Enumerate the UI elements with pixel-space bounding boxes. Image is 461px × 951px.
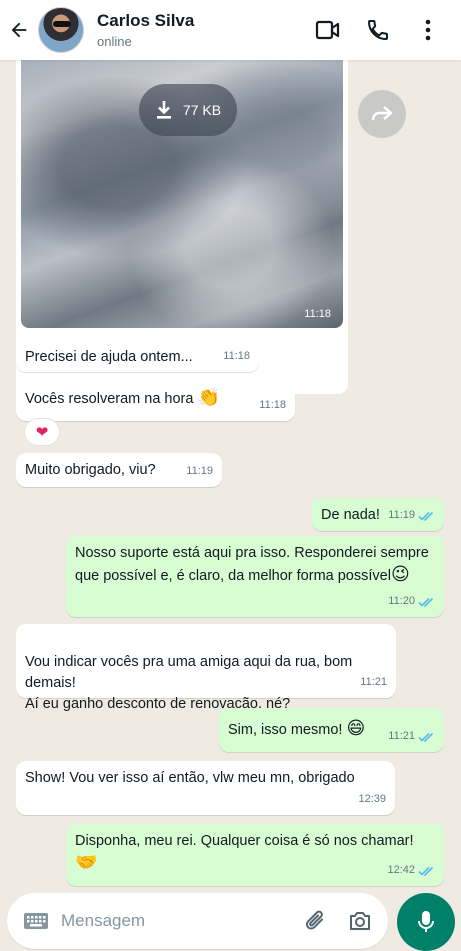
back-button[interactable]	[0, 0, 38, 60]
message-time: 12:42	[387, 864, 415, 876]
header-actions	[303, 5, 453, 55]
more-options-button[interactable]	[403, 5, 453, 55]
message-bubble[interactable]: Nosso suporte está aqui pra isso. Respon…	[66, 536, 444, 617]
message-time: 11:20	[388, 595, 415, 607]
read-ticks-icon	[418, 732, 434, 742]
message-time: 11:18	[304, 308, 331, 320]
microphone-icon	[418, 911, 434, 932]
avatar[interactable]	[38, 7, 84, 53]
message-time: 12:39	[358, 793, 386, 805]
voice-message-button[interactable]	[397, 893, 455, 951]
phone-call-button[interactable]	[353, 5, 403, 55]
message-composer	[7, 893, 388, 949]
chat-header: Carlos Silva online	[0, 0, 461, 60]
message-bubble[interactable]: Disponha, meu rei. Qualquer coisa é só n…	[66, 824, 444, 886]
contact-status: online	[97, 34, 132, 49]
download-button[interactable]: 77 KB	[139, 84, 237, 136]
forward-icon	[371, 106, 393, 121]
message-text: Nosso suporte está aqui pra isso. Respon…	[75, 545, 429, 584]
message-text: Vou indicar vocês pra uma amiga aqui da …	[25, 654, 353, 712]
message-time: 11:18	[259, 399, 286, 411]
heart-reaction[interactable]: ❤	[24, 418, 60, 446]
contact-info[interactable]: Carlos Silva online	[97, 11, 303, 49]
message-time: 11:19	[388, 509, 415, 521]
video-call-icon	[315, 20, 340, 40]
video-call-button[interactable]	[303, 5, 353, 55]
message-bubble[interactable]: Vou indicar vocês pra uma amiga aqui da …	[16, 624, 396, 712]
winking-face-emoji: 😉	[390, 564, 410, 585]
message-bubble[interactable]: Show! Vou ver isso aí então, vlw meu mn,…	[16, 761, 395, 815]
message-input[interactable]	[61, 911, 294, 931]
message-bubble[interactable]: Vocês resolveram na hora 👏 11:18	[16, 377, 295, 421]
message-text: Disponha, meu rei. Qualquer coisa é só n…	[75, 833, 414, 849]
message-meta: 12:42	[387, 860, 435, 881]
read-ticks-icon	[418, 511, 434, 521]
paperclip-icon	[305, 910, 323, 930]
more-vert-icon	[425, 19, 431, 41]
message-meta: 11:21	[388, 726, 435, 747]
message-bubble[interactable]: Precisei de ajuda ontem... 11:18	[16, 340, 259, 372]
keyboard-button[interactable]	[11, 913, 61, 929]
message-text: Vocês resolveram na hora	[25, 391, 194, 407]
message-text: De nada!	[321, 507, 380, 523]
back-arrow-icon	[11, 22, 27, 38]
message-meta: 11:19	[388, 505, 435, 526]
camera-button[interactable]	[338, 899, 382, 943]
message-time: 11:21	[388, 730, 415, 742]
blurred-image-preview[interactable]: 77 KB 11:18	[21, 60, 343, 328]
message-text: Show! Vou ver isso aí então, vlw meu mn,…	[25, 770, 355, 786]
message-text: Muito obrigado, viu?	[25, 462, 156, 478]
camera-icon	[350, 912, 370, 930]
clapping-hands-emoji: 👏	[197, 387, 220, 408]
download-size: 77 KB	[182, 102, 222, 118]
contact-name: Carlos Silva	[97, 11, 195, 30]
phone-icon	[367, 20, 388, 41]
read-ticks-icon	[418, 597, 434, 607]
handshake-emoji: 🤝	[75, 852, 98, 873]
message-time: 11:19	[186, 465, 213, 477]
message-meta: 11:20	[388, 591, 435, 612]
message-time: 11:21	[360, 676, 387, 688]
forward-button[interactable]	[358, 90, 406, 138]
grinning-face-emoji: 😄	[346, 718, 366, 739]
read-ticks-icon	[418, 866, 434, 876]
message-text: Sim, isso mesmo!	[228, 722, 343, 738]
keyboard-icon	[24, 913, 48, 929]
download-icon	[156, 101, 171, 119]
message-bubble[interactable]: Muito obrigado, viu? 11:19	[16, 453, 222, 487]
message-text: Precisei de ajuda ontem...	[25, 349, 193, 365]
attach-button[interactable]	[294, 899, 338, 943]
message-bubble[interactable]: De nada! 11:19	[312, 498, 444, 531]
chat-area[interactable]: 77 KB 11:18 Precisei de ajuda ontem... 1…	[0, 60, 461, 890]
message-time: 11:18	[223, 350, 250, 362]
message-bubble[interactable]: Sim, isso mesmo! 😄 11:21	[219, 708, 444, 752]
